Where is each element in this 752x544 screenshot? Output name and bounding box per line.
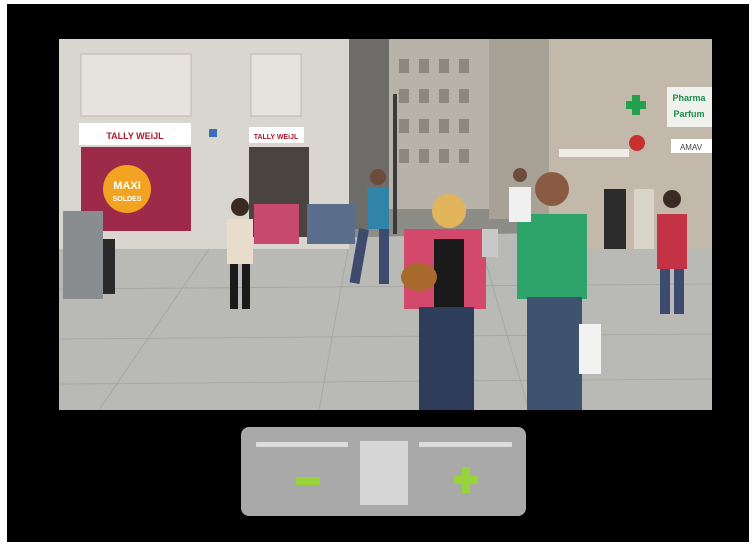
zoom-level-indicator[interactable]	[360, 441, 408, 505]
minus-icon[interactable]	[296, 477, 320, 485]
plus-icon-vertical	[462, 467, 470, 493]
store-sign-right: AMAV	[680, 143, 703, 152]
zoom-control-panel	[241, 427, 526, 516]
street-scene-image: TALLY WEiJL TALLY WEiJL MAXI SOLDES Phar…	[59, 39, 712, 410]
store-sign: TALLY WEiJL	[106, 131, 164, 141]
video-frame: TALLY WEiJL TALLY WEiJL MAXI SOLDES Phar…	[59, 39, 712, 410]
sale-text-1: MAXI	[113, 180, 141, 192]
plus-icon[interactable]	[454, 467, 478, 493]
pharmacy-sign: Pharma	[672, 93, 706, 103]
pharmacy-sign-2: Parfum	[673, 109, 704, 119]
zoom-track-right	[419, 442, 512, 447]
store-sign-2: TALLY WEiJL	[254, 134, 299, 141]
sale-text-2: SOLDES	[113, 196, 142, 203]
zoom-track-left	[256, 442, 348, 447]
